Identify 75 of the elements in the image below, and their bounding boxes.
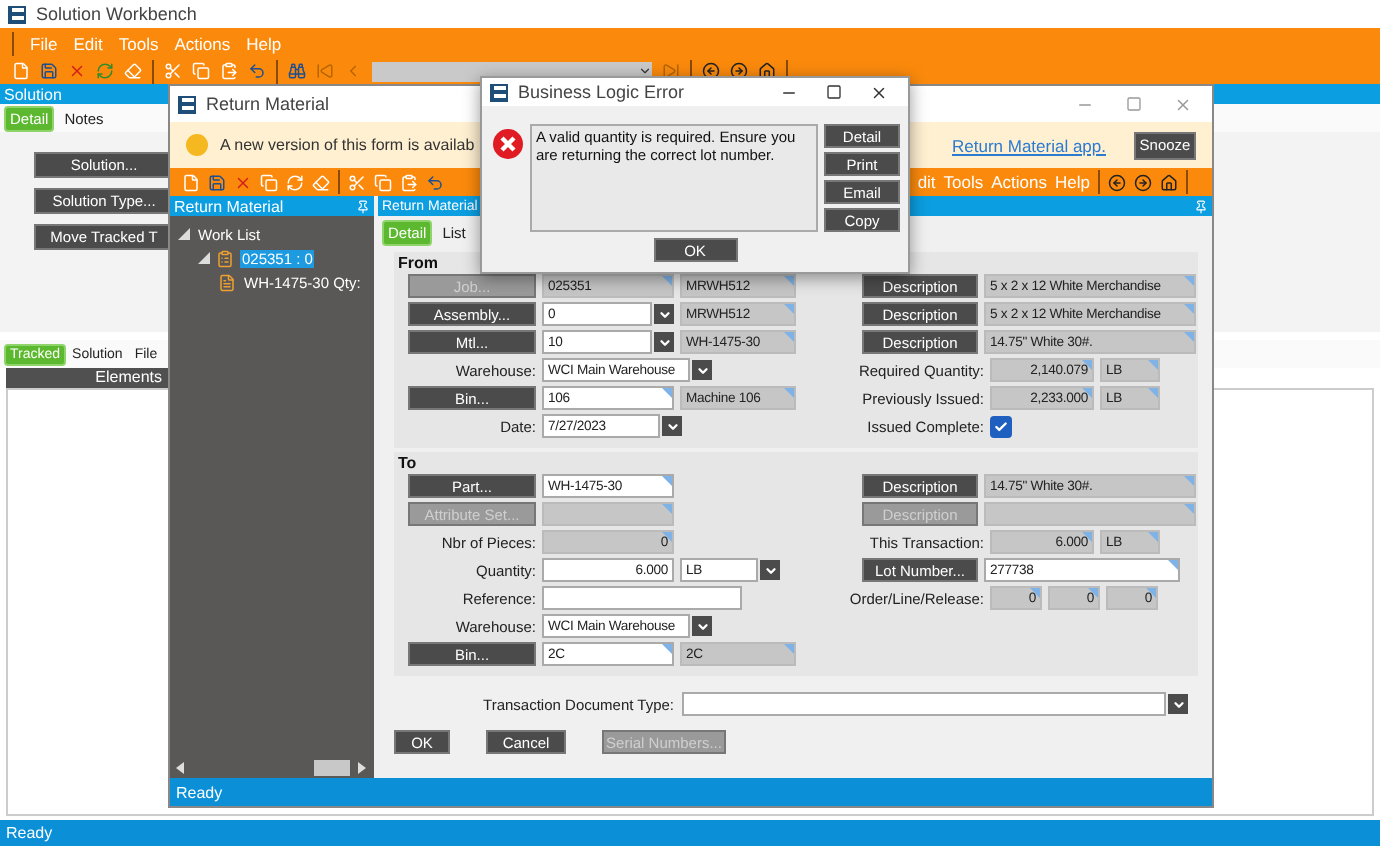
- column-header: Elements: [6, 368, 170, 388]
- copy-icon[interactable]: [260, 173, 278, 191]
- scroll-left-icon[interactable]: [176, 762, 184, 774]
- dropdown-button[interactable]: [662, 416, 682, 436]
- paste-icon[interactable]: [400, 173, 418, 191]
- group-title: From: [398, 254, 440, 272]
- caret-icon: [638, 64, 652, 78]
- binoculars-icon[interactable]: [288, 62, 306, 80]
- cut-icon[interactable]: [164, 62, 182, 80]
- refresh-icon[interactable]: [286, 173, 304, 191]
- forward-icon[interactable]: [1134, 173, 1152, 191]
- undo-icon[interactable]: [426, 173, 444, 191]
- maximize-icon[interactable]: [826, 83, 842, 101]
- expand-caret-icon[interactable]: [178, 228, 190, 240]
- panel-title: Solution: [4, 85, 62, 103]
- dialog-title: Business Logic Error: [518, 82, 685, 102]
- clipboard-icon: [216, 249, 234, 267]
- save-icon[interactable]: [208, 173, 226, 191]
- delete-icon[interactable]: [68, 62, 86, 80]
- paste-icon[interactable]: [220, 62, 238, 80]
- group-title: To: [398, 454, 419, 472]
- back-icon[interactable]: [1108, 173, 1126, 191]
- checkmark-icon: [994, 419, 1008, 433]
- error-icon: [492, 128, 524, 160]
- copy-icon[interactable]: [192, 62, 210, 80]
- dropdown-button[interactable]: [692, 616, 712, 636]
- home-icon[interactable]: [1160, 173, 1178, 191]
- app-logo-icon: [8, 5, 26, 23]
- caret-icon: [695, 363, 709, 377]
- document-icon: [218, 273, 236, 291]
- checkbox[interactable]: [990, 415, 1012, 437]
- dropdown-button[interactable]: [654, 304, 674, 324]
- caret-icon: [763, 563, 777, 577]
- dropdown-field[interactable]: [682, 692, 1166, 716]
- eraser-icon[interactable]: [124, 62, 142, 80]
- undo-icon[interactable]: [248, 62, 266, 80]
- pin-icon[interactable]: [1194, 199, 1208, 213]
- status-bar: Ready: [0, 820, 1380, 846]
- eraser-icon[interactable]: [312, 173, 330, 191]
- dropdown-button[interactable]: [760, 560, 780, 580]
- readonly-field: [542, 502, 674, 526]
- pin-icon[interactable]: [356, 199, 370, 213]
- input-field[interactable]: [542, 586, 742, 610]
- info-icon: [186, 134, 208, 156]
- refresh-icon[interactable]: [96, 62, 114, 80]
- first-record-icon[interactable]: [316, 62, 334, 80]
- new-file-icon[interactable]: [182, 173, 200, 191]
- delete-icon[interactable]: [234, 173, 252, 191]
- window-title: Solution Workbench: [36, 4, 197, 24]
- next-icon[interactable]: [662, 62, 680, 80]
- panel-title: Return Material: [174, 197, 284, 215]
- caret-icon: [1171, 697, 1185, 711]
- forward-icon[interactable]: [730, 62, 748, 80]
- new-file-icon[interactable]: [12, 62, 30, 80]
- expand-caret-icon[interactable]: [198, 252, 210, 264]
- notice-text: A new version of this form is availab: [220, 136, 475, 154]
- caret-icon: [695, 619, 709, 633]
- app-logo-icon: [178, 95, 196, 113]
- status-bar: Ready: [170, 778, 1212, 806]
- back-icon[interactable]: [702, 62, 720, 80]
- copy-icon[interactable]: [374, 173, 392, 191]
- scrollbar-thumb[interactable]: [314, 760, 350, 776]
- dropdown-button[interactable]: [692, 360, 712, 380]
- update-link[interactable]: Return Material app.: [951, 135, 1106, 155]
- dropdown-button[interactable]: [654, 332, 674, 352]
- window-title: Return Material: [206, 94, 330, 114]
- dropdown-button[interactable]: [1168, 694, 1188, 714]
- scroll-right-icon[interactable]: [358, 762, 366, 774]
- save-icon[interactable]: [40, 62, 58, 80]
- cut-icon[interactable]: [348, 173, 366, 191]
- app-logo-icon: [490, 83, 508, 101]
- caret-icon: [665, 419, 679, 433]
- close-icon[interactable]: [870, 83, 888, 101]
- home-icon[interactable]: [758, 62, 776, 80]
- previous-icon[interactable]: [344, 62, 362, 80]
